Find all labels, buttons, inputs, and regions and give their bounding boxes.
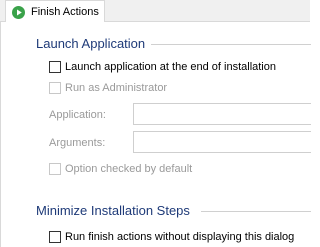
application-label: Application: xyxy=(49,109,106,121)
arguments-field xyxy=(133,131,311,153)
option-checked-checkbox-row: Option checked by default xyxy=(49,163,192,175)
run-as-admin-checkbox xyxy=(49,82,61,94)
tab-label: Finish Actions xyxy=(31,6,99,18)
option-checked-label: Option checked by default xyxy=(65,163,193,175)
minimize-steps-heading: Minimize Installation Steps xyxy=(36,203,190,218)
arguments-label: Arguments: xyxy=(49,137,106,149)
run-finish-actions-checkbox-row[interactable]: Run finish actions without displaying th… xyxy=(49,231,294,243)
launch-application-label: Launch application at the end of install… xyxy=(65,61,276,73)
run-finish-actions-checkbox[interactable] xyxy=(49,231,61,243)
run-finish-actions-label: Run finish actions without displaying th… xyxy=(65,231,295,243)
application-field xyxy=(133,103,311,125)
option-checked-checkbox xyxy=(49,163,61,175)
tab-strip: Finish Actions xyxy=(0,0,310,23)
group-divider xyxy=(201,211,311,212)
launch-application-heading: Launch Application xyxy=(36,36,146,51)
run-as-admin-checkbox-row: Run as Administrator xyxy=(49,82,167,94)
tab-finish-actions[interactable]: Finish Actions xyxy=(5,0,105,23)
run-as-admin-label: Run as Administrator xyxy=(65,82,168,94)
play-icon xyxy=(12,5,25,19)
launch-application-checkbox[interactable] xyxy=(49,61,61,73)
launch-application-checkbox-row[interactable]: Launch application at the end of install… xyxy=(49,61,276,73)
group-divider xyxy=(151,44,311,45)
finish-actions-panel: Launch Application Launch application at… xyxy=(0,22,311,247)
